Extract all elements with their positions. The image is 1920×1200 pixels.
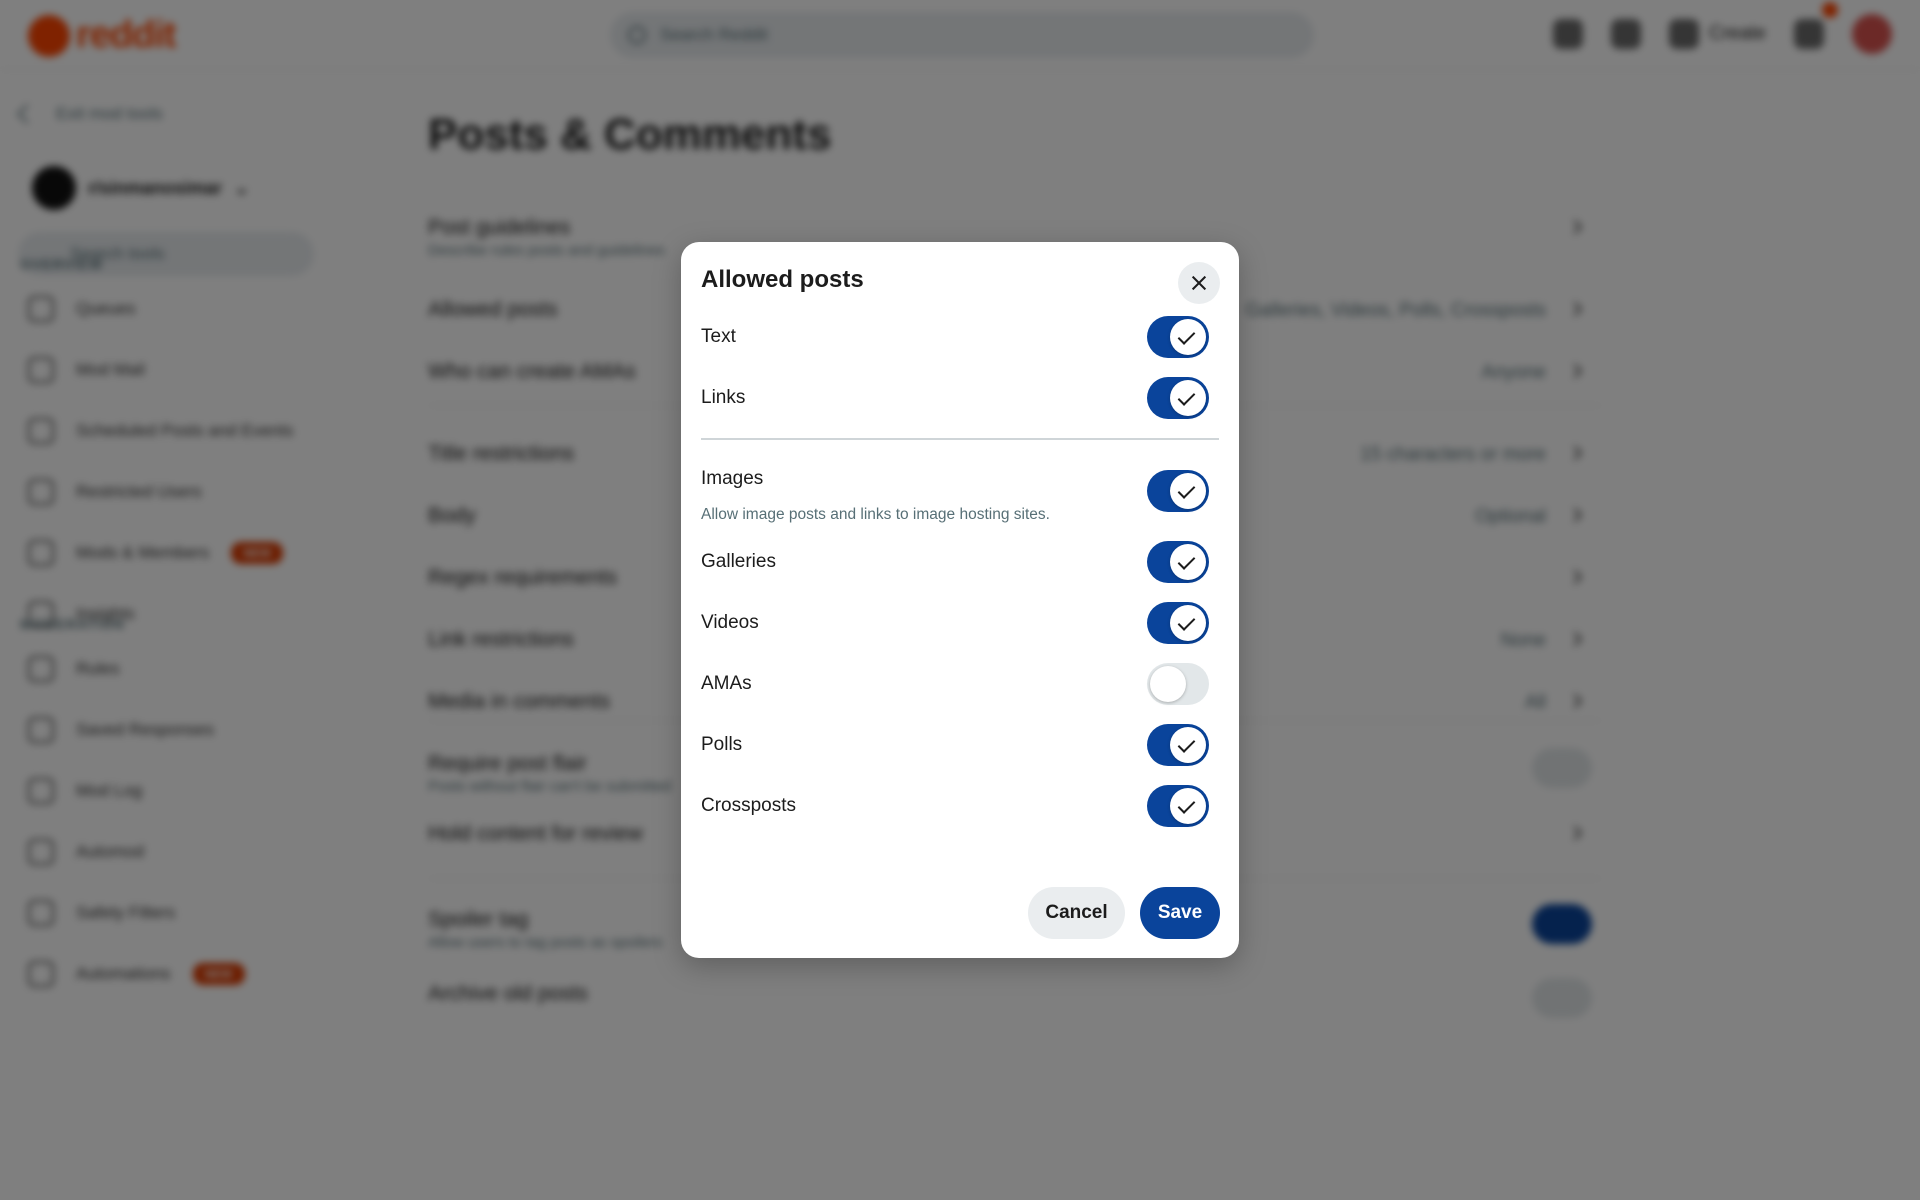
links-toggle[interactable] bbox=[1147, 377, 1209, 419]
toggle-knob bbox=[1170, 473, 1206, 509]
amas-toggle[interactable] bbox=[1147, 663, 1209, 705]
toggle-knob bbox=[1170, 319, 1206, 355]
option-galleries: Galleries bbox=[701, 541, 1219, 583]
allowed-posts-dialog: Allowed posts Text Links Images Allow image… bbox=[681, 242, 1239, 958]
option-description: Allow image posts and links to image hos… bbox=[701, 506, 1050, 523]
option-label: Videos bbox=[701, 612, 759, 633]
checkmark-icon bbox=[1177, 613, 1196, 631]
option-label: Galleries bbox=[701, 551, 776, 572]
checkmark-icon bbox=[1177, 327, 1196, 345]
galleries-toggle[interactable] bbox=[1147, 541, 1209, 583]
option-label: AMAs bbox=[701, 673, 752, 694]
options-divider bbox=[701, 438, 1219, 440]
close-button[interactable] bbox=[1178, 262, 1220, 304]
checkmark-icon bbox=[1177, 388, 1196, 406]
polls-toggle[interactable] bbox=[1147, 724, 1209, 766]
option-label: Images bbox=[701, 468, 764, 489]
toggle-knob bbox=[1170, 605, 1206, 641]
checkmark-icon bbox=[1177, 796, 1196, 814]
option-label: Polls bbox=[701, 734, 743, 755]
option-images: Images Allow image posts and links to ima… bbox=[701, 468, 1219, 523]
checkmark-icon bbox=[1177, 552, 1196, 570]
option-label: Text bbox=[701, 326, 736, 347]
option-text: Text bbox=[701, 316, 1219, 358]
toggle-knob bbox=[1150, 666, 1186, 702]
option-crossposts: Crossposts bbox=[701, 785, 1219, 827]
toggle-knob bbox=[1170, 788, 1206, 824]
option-label: Links bbox=[701, 387, 746, 408]
crossposts-toggle[interactable] bbox=[1147, 785, 1209, 827]
toggle-knob bbox=[1170, 380, 1206, 416]
cancel-button[interactable]: Cancel bbox=[1028, 887, 1125, 939]
toggle-knob bbox=[1170, 727, 1206, 763]
images-toggle[interactable] bbox=[1147, 470, 1209, 512]
toggle-knob bbox=[1170, 544, 1206, 580]
option-polls: Polls bbox=[701, 724, 1219, 766]
option-label: Crossposts bbox=[701, 795, 797, 816]
videos-toggle[interactable] bbox=[1147, 602, 1209, 644]
checkmark-icon bbox=[1177, 735, 1196, 753]
text-toggle[interactable] bbox=[1147, 316, 1209, 358]
dialog-title: Allowed posts bbox=[701, 266, 864, 293]
save-button[interactable]: Save bbox=[1140, 887, 1220, 939]
option-videos: Videos bbox=[701, 602, 1219, 644]
option-links: Links bbox=[701, 377, 1219, 419]
checkmark-icon bbox=[1177, 481, 1196, 499]
option-amas: AMAs bbox=[701, 663, 1219, 705]
